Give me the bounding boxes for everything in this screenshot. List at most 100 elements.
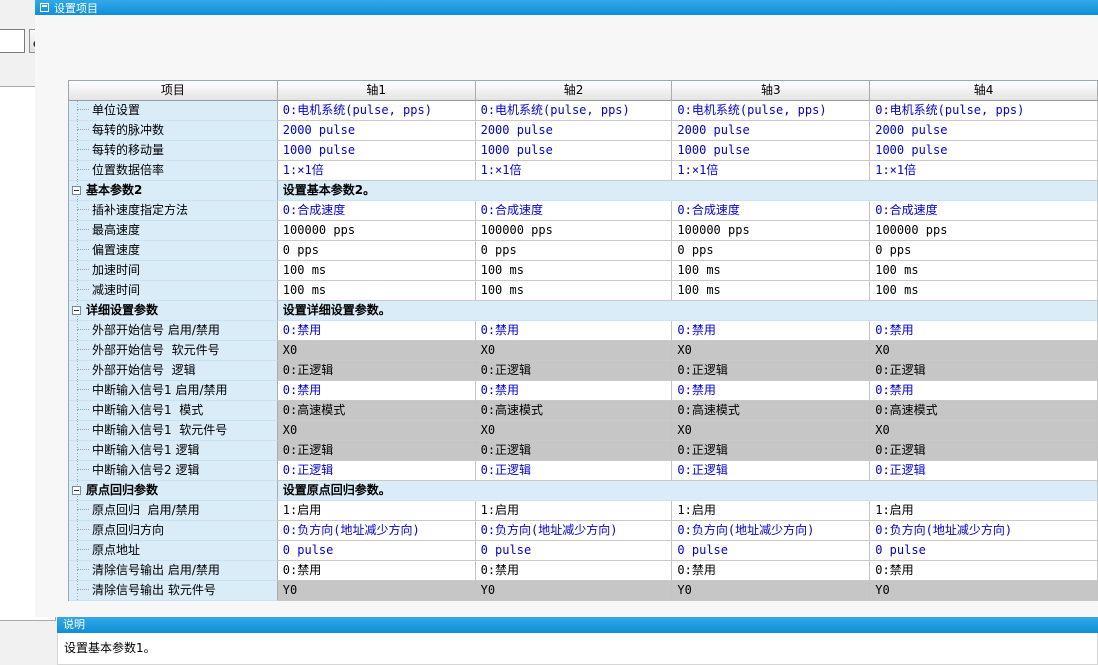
value-cell-axis1[interactable]: 1:启用 <box>278 501 476 521</box>
tree-item[interactable]: 中断输入信号1 启用/禁用 <box>69 381 278 401</box>
tree-connector <box>77 289 89 290</box>
value-cell-axis1[interactable]: 1:×1倍 <box>278 161 476 181</box>
value-cell-axis4: X0 <box>870 341 1098 361</box>
value-cell-axis1[interactable]: 100000 pps <box>278 221 476 241</box>
value-cell-axis4[interactable]: 1:×1倍 <box>870 161 1098 181</box>
collapse-icon[interactable] <box>72 486 81 495</box>
value-cell-axis4[interactable]: 0:禁用 <box>870 381 1098 401</box>
value-cell-axis3[interactable]: 0:禁用 <box>672 561 870 581</box>
value-cell-axis3[interactable]: 0:禁用 <box>672 381 870 401</box>
value-cell-axis3[interactable]: 0:禁用 <box>672 321 870 341</box>
value-cell-axis4[interactable]: 0 pulse <box>870 541 1098 561</box>
value-cell-axis4[interactable]: 0:禁用 <box>870 321 1098 341</box>
value-cell-axis1[interactable]: 1000 pulse <box>278 141 476 161</box>
value-cell-axis1[interactable]: 2000 pulse <box>278 121 476 141</box>
value-cell-axis2[interactable]: 0:电机系统(pulse, pps) <box>476 101 673 121</box>
value-cell-axis2[interactable]: 100000 pps <box>476 221 673 241</box>
tree-item[interactable]: 位置数据倍率 <box>69 161 278 181</box>
value-cell-axis1[interactable]: 100 ms <box>278 261 476 281</box>
value-cell-axis4[interactable]: 100 ms <box>870 281 1098 301</box>
tree-connector <box>77 269 89 270</box>
collapse-icon[interactable] <box>72 186 81 195</box>
value-cell-axis2[interactable]: 0 pps <box>476 241 673 261</box>
tree-item[interactable]: 清除信号输出 软元件号 <box>69 581 278 601</box>
parameter-row: 中断输入信号2 逻辑0:正逻辑0:正逻辑0:正逻辑0:正逻辑 <box>69 461 1098 481</box>
tree-item[interactable]: 减速时间 <box>69 281 278 301</box>
tree-item[interactable]: 中断输入信号1 模式 <box>69 401 278 421</box>
value-cell-axis3[interactable]: 0 pps <box>672 241 870 261</box>
value-cell-axis3[interactable]: 100 ms <box>672 261 870 281</box>
value-cell-axis1[interactable]: 0 pulse <box>278 541 476 561</box>
value-cell-axis2[interactable]: 0:正逻辑 <box>476 461 673 481</box>
value-cell-axis3[interactable]: 1:×1倍 <box>672 161 870 181</box>
value-cell-axis1[interactable]: 0:负方向(地址减少方向) <box>278 521 476 541</box>
tree-item[interactable]: 中断输入信号1 逻辑 <box>69 441 278 461</box>
tree-item[interactable]: 外部开始信号 软元件号 <box>69 341 278 361</box>
value-cell-axis2[interactable]: 0:负方向(地址减少方向) <box>476 521 673 541</box>
value-cell-axis2[interactable]: 1000 pulse <box>476 141 673 161</box>
tree-item[interactable]: 插补速度指定方法 <box>69 201 278 221</box>
section-label: 原点回归参数 <box>86 483 158 497</box>
value-cell-axis3[interactable]: 100 ms <box>672 281 870 301</box>
parameter-row: 最高速度100000 pps100000 pps100000 pps100000… <box>69 221 1098 241</box>
value-cell-axis1[interactable]: 0:禁用 <box>278 321 476 341</box>
value-cell-axis3[interactable]: 100000 pps <box>672 221 870 241</box>
tree-item[interactable]: 每转的脉冲数 <box>69 121 278 141</box>
value-cell-axis4[interactable]: 0:合成速度 <box>870 201 1098 221</box>
value-cell-axis3[interactable]: 0:正逻辑 <box>672 461 870 481</box>
value-cell-axis1[interactable]: 0:正逻辑 <box>278 461 476 481</box>
value-cell-axis2[interactable]: 2000 pulse <box>476 121 673 141</box>
tree-item[interactable]: 清除信号输出 启用/禁用 <box>69 561 278 581</box>
value-cell-axis2[interactable]: 100 ms <box>476 281 673 301</box>
value-cell-axis4[interactable]: 0:正逻辑 <box>870 461 1098 481</box>
value-cell-axis4[interactable]: 1:启用 <box>870 501 1098 521</box>
value-cell-axis4[interactable]: 100000 pps <box>870 221 1098 241</box>
tree-section[interactable]: 基本参数2 <box>69 181 278 201</box>
tree-item[interactable]: 加速时间 <box>69 261 278 281</box>
value-cell-axis4[interactable]: 0:电机系统(pulse, pps) <box>870 101 1098 121</box>
tree-item[interactable]: 原点回归 启用/禁用 <box>69 501 278 521</box>
value-cell-axis4: 0:正逻辑 <box>870 441 1098 461</box>
value-cell-axis4[interactable]: 1000 pulse <box>870 141 1098 161</box>
tree-section[interactable]: 详细设置参数 <box>69 301 278 321</box>
value-cell-axis2[interactable]: 0:合成速度 <box>476 201 673 221</box>
tree-item[interactable]: 偏置速度 <box>69 241 278 261</box>
tree-item[interactable]: 中断输入信号1 软元件号 <box>69 421 278 441</box>
tree-item[interactable]: 外部开始信号 启用/禁用 <box>69 321 278 341</box>
value-cell-axis3[interactable]: 0 pulse <box>672 541 870 561</box>
value-cell-axis2[interactable]: 1:启用 <box>476 501 673 521</box>
tree-item[interactable]: 每转的移动量 <box>69 141 278 161</box>
value-cell-axis4[interactable]: 0:负方向(地址减少方向) <box>870 521 1098 541</box>
value-cell-axis1[interactable]: 0:电机系统(pulse, pps) <box>278 101 476 121</box>
tree-item[interactable]: 原点地址 <box>69 541 278 561</box>
value-cell-axis3[interactable]: 0:电机系统(pulse, pps) <box>672 101 870 121</box>
value-cell-axis3[interactable]: 0:合成速度 <box>672 201 870 221</box>
tree-item[interactable]: 最高速度 <box>69 221 278 241</box>
value-cell-axis4[interactable]: 0:禁用 <box>870 561 1098 581</box>
value-cell-axis2[interactable]: 100 ms <box>476 261 673 281</box>
value-cell-axis2[interactable]: 0:禁用 <box>476 381 673 401</box>
tree-section[interactable]: 原点回归参数 <box>69 481 278 501</box>
value-cell-axis3[interactable]: 1:启用 <box>672 501 870 521</box>
value-cell-axis3[interactable]: 2000 pulse <box>672 121 870 141</box>
tree-item[interactable]: 原点回归方向 <box>69 521 278 541</box>
collapse-icon[interactable] <box>72 306 81 315</box>
value-cell-axis4[interactable]: 2000 pulse <box>870 121 1098 141</box>
value-cell-axis1[interactable]: 0 pps <box>278 241 476 261</box>
value-cell-axis3[interactable]: 1000 pulse <box>672 141 870 161</box>
value-cell-axis4[interactable]: 0 pps <box>870 241 1098 261</box>
value-cell-axis1[interactable]: 0:禁用 <box>278 381 476 401</box>
value-cell-axis2[interactable]: 1:×1倍 <box>476 161 673 181</box>
tree-item[interactable]: 中断输入信号2 逻辑 <box>69 461 278 481</box>
tree-item[interactable]: 单位设置 <box>69 101 278 121</box>
value-cell-axis3[interactable]: 0:负方向(地址减少方向) <box>672 521 870 541</box>
value-cell-axis1[interactable]: 100 ms <box>278 281 476 301</box>
value-cell-axis1[interactable]: 0:合成速度 <box>278 201 476 221</box>
value-cell-axis2[interactable]: 0:禁用 <box>476 561 673 581</box>
value-cell-axis4[interactable]: 100 ms <box>870 261 1098 281</box>
value-cell-axis1[interactable]: 0:禁用 <box>278 561 476 581</box>
value-cell-axis2[interactable]: 0 pulse <box>476 541 673 561</box>
value-cell-axis2[interactable]: 0:禁用 <box>476 321 673 341</box>
search-input[interactable] <box>0 29 25 53</box>
tree-item[interactable]: 外部开始信号 逻辑 <box>69 361 278 381</box>
